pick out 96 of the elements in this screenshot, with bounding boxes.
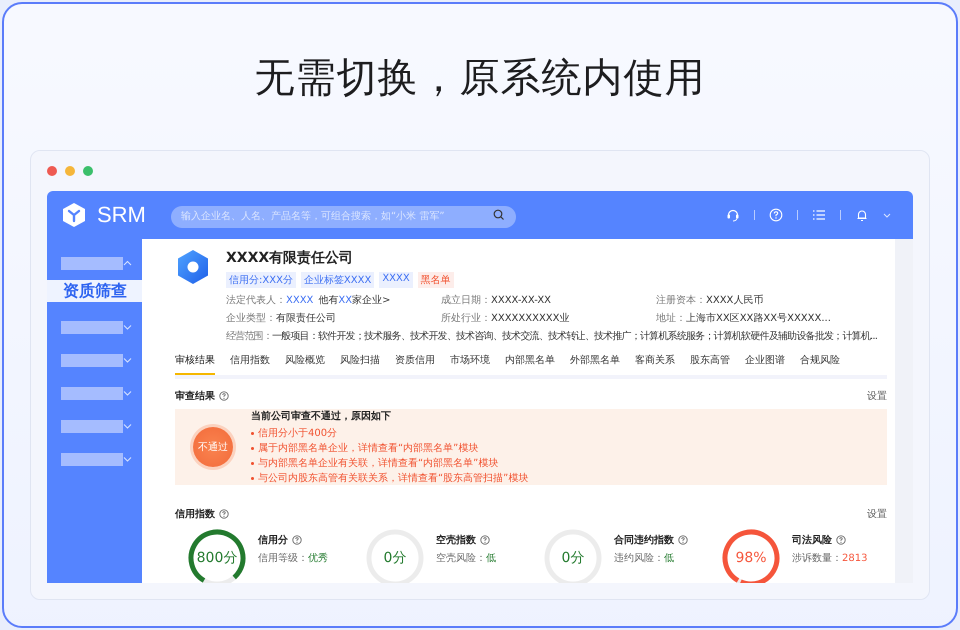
section-title: 信用指数 xyxy=(175,508,215,521)
result-heading: 当前公司审查不通过，原因如下 xyxy=(251,409,392,423)
label-placeholder xyxy=(61,354,123,367)
label-placeholder xyxy=(61,453,123,466)
related-companies-link[interactable]: 他有XX家企业> xyxy=(318,295,390,306)
field-value: 有限责任公司 xyxy=(276,313,336,324)
tab[interactable]: 市场环境 xyxy=(450,351,490,375)
reason-text: 与内部黑名单企业有关联，详情查看“内部黑名单”模块 xyxy=(258,456,498,470)
section-title: 审查结果 xyxy=(175,389,215,403)
company-tag: 企业标签XXXX xyxy=(300,272,374,288)
company-tag: 黑名单 xyxy=(418,272,454,288)
help-icon[interactable] xyxy=(480,535,490,545)
bullet-icon xyxy=(251,462,254,464)
gauge-title: 信用分 xyxy=(258,534,288,547)
help-icon[interactable] xyxy=(219,391,229,401)
cube-logo-icon xyxy=(61,202,87,228)
chevron-down-icon[interactable] xyxy=(123,390,132,397)
field-value: 一般项目：软件开发；技术服务、技术开发、技术咨询、技术交流、技术转让、技术推广；计算机系统服务；计算机软硬件及辅助设备批发；计算机... xyxy=(272,331,878,342)
help-icon[interactable] xyxy=(219,509,229,519)
tab[interactable]: 客商关系 xyxy=(635,351,675,375)
bullet-icon xyxy=(251,432,254,434)
field-label: 地址： xyxy=(656,313,686,324)
gauge-value: 800分 xyxy=(196,551,238,565)
tab[interactable]: 企业图谱 xyxy=(745,351,785,375)
field-label: 经营范围： xyxy=(226,331,272,342)
tab[interactable]: 风险扫描 xyxy=(340,351,380,375)
label-placeholder xyxy=(61,420,123,433)
detail-value: 2813 xyxy=(842,553,868,564)
window-control-dot[interactable] xyxy=(83,166,93,176)
tab[interactable]: 资质信用 xyxy=(395,351,435,375)
window-control-dot[interactable] xyxy=(47,166,57,176)
list-icon[interactable] xyxy=(812,208,826,222)
bullet-icon xyxy=(251,446,254,450)
gauge-value: 0分 xyxy=(562,551,584,565)
label-placeholder xyxy=(61,321,123,334)
field-value: 上海市XX区XX路XX号XXXXX... xyxy=(686,313,831,324)
gauge-ring xyxy=(188,529,246,583)
tab[interactable]: 信用指数 xyxy=(230,351,270,375)
brand-name: SRM xyxy=(97,202,146,228)
field-label: 法定代表人： xyxy=(226,295,286,306)
tab[interactable]: 风险概览 xyxy=(285,351,325,375)
settings-link[interactable]: 设置 xyxy=(867,507,887,521)
label-placeholder xyxy=(61,257,123,270)
bell-icon[interactable] xyxy=(855,208,869,222)
headline: 无需切换，原系统内使用 xyxy=(254,54,706,103)
field-value: XXXX-XX-XX xyxy=(491,295,552,306)
field-value: XXXXXXXXXX业 xyxy=(491,313,570,324)
chevron-down-icon[interactable] xyxy=(883,212,891,218)
chevron-down-icon[interactable] xyxy=(123,324,132,331)
label-placeholder xyxy=(61,387,123,400)
tab[interactable]: 内部黑名单 xyxy=(505,351,555,375)
detail-label: 信用等级： xyxy=(258,553,308,564)
chevron-down-icon[interactable] xyxy=(123,456,132,463)
company-tag: 信用分:XXX分 xyxy=(226,272,296,288)
chevron-down-icon[interactable] xyxy=(123,423,132,430)
field-value: XXXX人民币 xyxy=(706,295,764,306)
window-control-dot[interactable] xyxy=(65,166,75,176)
field-label: 所处行业： xyxy=(441,313,491,324)
tab[interactable]: 审核结果 xyxy=(175,351,215,375)
field-label: 注册资本： xyxy=(656,295,706,306)
detail-label: 空壳风险： xyxy=(436,553,486,564)
help-icon[interactable] xyxy=(836,535,846,545)
sidebar-item[interactable]: 资质筛查 xyxy=(47,280,142,302)
gauge-title: 司法风险 xyxy=(792,534,832,547)
company-logo-icon xyxy=(175,249,211,285)
search-field[interactable]: 输入企业名、人名、产品名等，可组合搜索，如“小米 雷军” xyxy=(171,206,516,228)
gauge-title: 空壳指数 xyxy=(436,534,476,547)
tab[interactable]: 合规风险 xyxy=(800,351,840,375)
gauge-value: 98% xyxy=(735,551,767,565)
detail-label: 违约风险： xyxy=(614,553,664,564)
help-icon[interactable] xyxy=(292,535,302,545)
gauge-value: 0分 xyxy=(384,551,406,565)
fail-badge: 不通过 xyxy=(193,427,233,467)
detail-label: 涉诉数量： xyxy=(792,553,842,564)
search-icon[interactable] xyxy=(493,209,504,220)
tab[interactable]: 外部黑名单 xyxy=(570,351,620,375)
reason-text: 与公司内股东高管有关联关系，详情查看“股东高管扫描”模块 xyxy=(258,472,528,485)
reason-text: 属于内部黑名单企业，详情查看“内部黑名单”模块 xyxy=(258,442,478,455)
detail-value: 优秀 xyxy=(308,553,328,564)
bullet-icon xyxy=(251,476,254,480)
settings-link[interactable]: 设置 xyxy=(867,389,887,403)
company-tag: XXXX xyxy=(379,272,413,288)
legal-representative-link[interactable]: XXXX xyxy=(286,295,314,306)
gauge-title: 合同违约指数 xyxy=(614,534,674,547)
detail-value: 低 xyxy=(486,553,496,564)
chevron-down-icon[interactable] xyxy=(123,357,132,364)
company-name: XXXX有限责任公司 xyxy=(226,249,354,267)
chevron-up-icon[interactable] xyxy=(123,260,132,267)
field-label: 成立日期： xyxy=(441,295,491,306)
field-label: 企业类型： xyxy=(226,313,276,324)
gauge-ring xyxy=(722,529,780,583)
help-icon[interactable] xyxy=(678,535,688,545)
tab[interactable]: 股东高管 xyxy=(690,351,730,375)
headset-icon[interactable] xyxy=(726,208,740,222)
detail-value: 低 xyxy=(664,553,674,564)
reason-text: 信用分小于400分 xyxy=(258,426,338,440)
